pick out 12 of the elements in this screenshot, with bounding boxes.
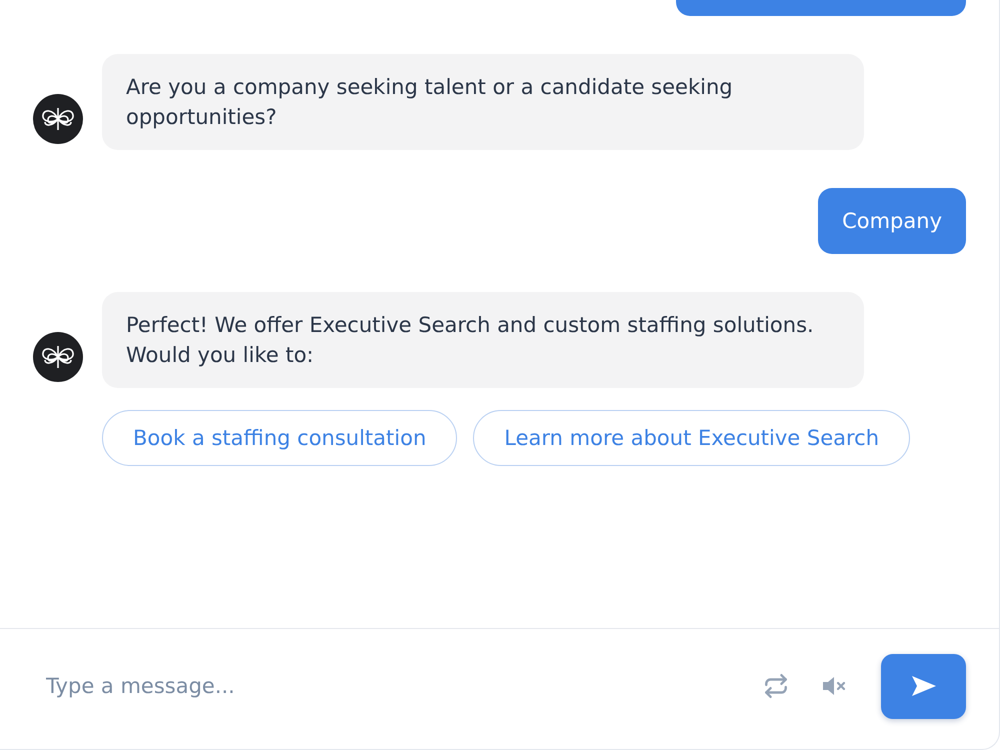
send-icon <box>910 674 938 698</box>
repeat-icon[interactable] <box>763 673 789 699</box>
quick-reply-button[interactable]: Learn more about Executive Search <box>473 410 910 466</box>
message-input[interactable]: Type a message... <box>46 666 743 706</box>
avatar-logo-icon <box>33 332 83 382</box>
user-message: Company <box>818 188 966 254</box>
speaker-muted-icon[interactable] <box>821 675 847 697</box>
bot-message: Perfect! We offer Executive Search and custom staffing solutions. Would you like to: <box>102 292 864 388</box>
send-button[interactable] <box>881 654 966 718</box>
quick-reply-button[interactable]: Book a staffing consultation <box>102 410 458 466</box>
avatar-logo-icon <box>33 94 83 144</box>
bot-message: Are you a company seeking talent or a candidate seeking opportunities? <box>102 54 864 150</box>
